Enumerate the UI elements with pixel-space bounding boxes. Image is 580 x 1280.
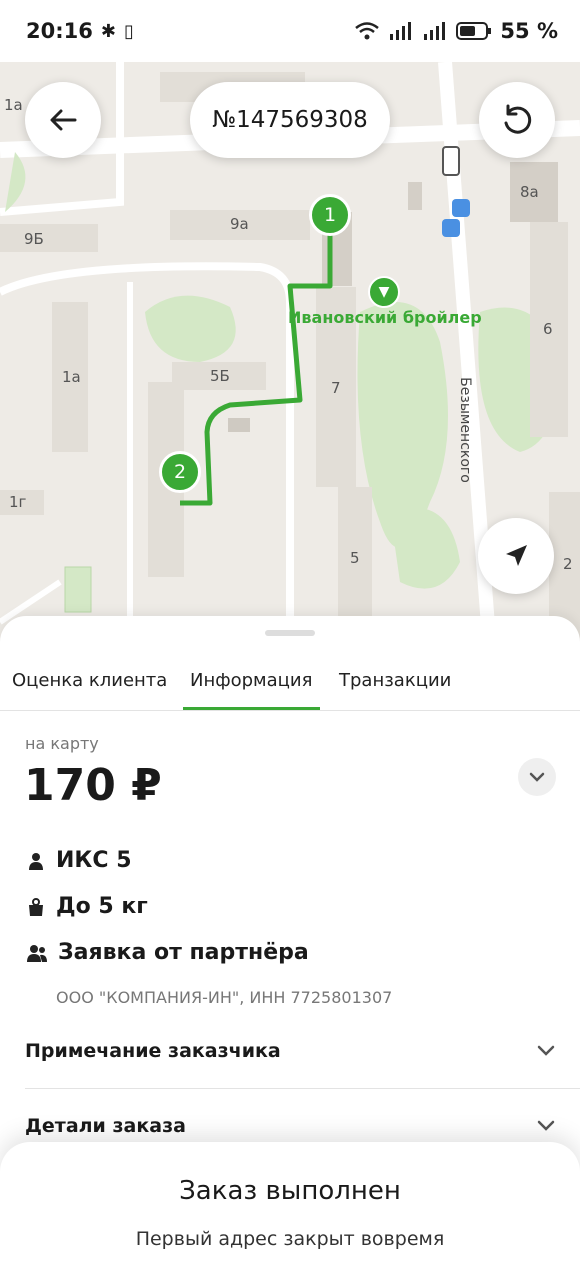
group-icon bbox=[27, 944, 47, 962]
person-icon bbox=[29, 852, 43, 870]
route-pin-2-label: 2 bbox=[173, 461, 187, 483]
order-price: 170 ₽ bbox=[24, 760, 162, 811]
partner-company: ООО "КОМПАНИЯ-ИН", ИНН 7725801307 bbox=[56, 988, 393, 1007]
tariff-row: ИКС 5 bbox=[26, 848, 132, 873]
refresh-button[interactable] bbox=[479, 82, 555, 158]
arrow-left-icon bbox=[50, 109, 77, 131]
payment-method-label: на карту bbox=[25, 734, 99, 753]
customer-note-section[interactable]: Примечание заказчика bbox=[25, 1040, 555, 1062]
sheet-drag-handle[interactable] bbox=[265, 630, 315, 636]
map-label-8a: 8а bbox=[520, 183, 539, 201]
map-label-9a: 9а bbox=[230, 215, 249, 233]
active-tab-indicator bbox=[183, 707, 320, 710]
battery-level: 55 % bbox=[500, 19, 558, 43]
map-label-1g: 1г bbox=[9, 493, 27, 511]
chevron-down-icon bbox=[529, 772, 545, 782]
map-label-6: 6 bbox=[543, 320, 553, 338]
refresh-icon bbox=[504, 104, 532, 134]
tab-transactions[interactable]: Транзакции bbox=[339, 670, 451, 691]
tab-information[interactable]: Информация bbox=[190, 670, 312, 691]
locate-button[interactable] bbox=[478, 518, 554, 594]
map-label-2: 2 bbox=[563, 555, 573, 573]
weight-row: До 5 кг bbox=[26, 894, 148, 919]
route-pin-1[interactable]: 1 bbox=[309, 194, 351, 236]
order-completed-toast: Заказ выполнен Первый адрес закрыт вовре… bbox=[0, 1142, 580, 1280]
vibrate-icon: ▯ bbox=[123, 20, 134, 42]
back-button[interactable] bbox=[25, 82, 101, 158]
order-number-pill: №147569308 bbox=[190, 82, 390, 158]
signal-icon bbox=[390, 22, 412, 40]
chevron-down-icon bbox=[537, 1045, 555, 1056]
map-label-9b: 9Б bbox=[24, 230, 44, 248]
map-label-5b: 5Б bbox=[210, 367, 230, 385]
order-details-title: Детали заказа bbox=[25, 1115, 186, 1137]
map-label-5: 5 bbox=[350, 549, 360, 567]
map-label-1a-top: 1а bbox=[4, 96, 23, 114]
status-left: 20:16 ✱ ▯ bbox=[26, 19, 134, 43]
section-divider bbox=[25, 1088, 580, 1089]
customer-note-title: Примечание заказчика bbox=[25, 1040, 281, 1062]
weight-limit: До 5 кг bbox=[56, 894, 148, 919]
signal-icon-2 bbox=[424, 22, 446, 40]
bus-stop-icon-2 bbox=[442, 219, 460, 237]
order-source: Заявка от партнёра bbox=[58, 940, 309, 965]
navigation-arrow-icon bbox=[506, 545, 527, 566]
map-label-7: 7 bbox=[331, 379, 341, 397]
battery-icon bbox=[456, 22, 492, 40]
toast-subtitle: Первый адрес закрыт вовремя bbox=[135, 1228, 445, 1250]
bluetooth-icon: ✱ bbox=[100, 20, 116, 42]
map-poi-label: Ивановский бройлер bbox=[288, 308, 482, 327]
tab-client-rating[interactable]: Оценка клиента bbox=[12, 670, 167, 691]
expand-price-button[interactable] bbox=[518, 758, 556, 796]
bus-stop-icon bbox=[452, 199, 470, 217]
weight-icon bbox=[29, 897, 43, 916]
status-right: 55 % bbox=[354, 19, 558, 43]
tab-bar: Оценка клиента Информация Транзакции bbox=[0, 660, 580, 711]
status-bar: 20:16 ✱ ▯ 55 % bbox=[0, 0, 580, 62]
route-pin-2[interactable]: 2 bbox=[159, 451, 201, 493]
order-details-section[interactable]: Детали заказа bbox=[25, 1115, 555, 1137]
traffic-light-icon bbox=[442, 146, 460, 176]
status-time: 20:16 bbox=[26, 19, 93, 43]
chevron-down-icon bbox=[537, 1120, 555, 1131]
map-label-1a: 1а bbox=[62, 368, 81, 386]
tariff-name: ИКС 5 bbox=[56, 848, 132, 873]
source-row: Заявка от партнёра bbox=[26, 940, 309, 965]
map-street-label: Безыменского bbox=[456, 377, 473, 483]
order-number: №147569308 bbox=[212, 107, 368, 133]
wifi-icon bbox=[355, 22, 380, 40]
toast-title: Заказ выполнен bbox=[179, 1176, 401, 1206]
route-pin-1-label: 1 bbox=[323, 204, 337, 226]
shop-poi-icon: ▼ bbox=[368, 276, 400, 308]
